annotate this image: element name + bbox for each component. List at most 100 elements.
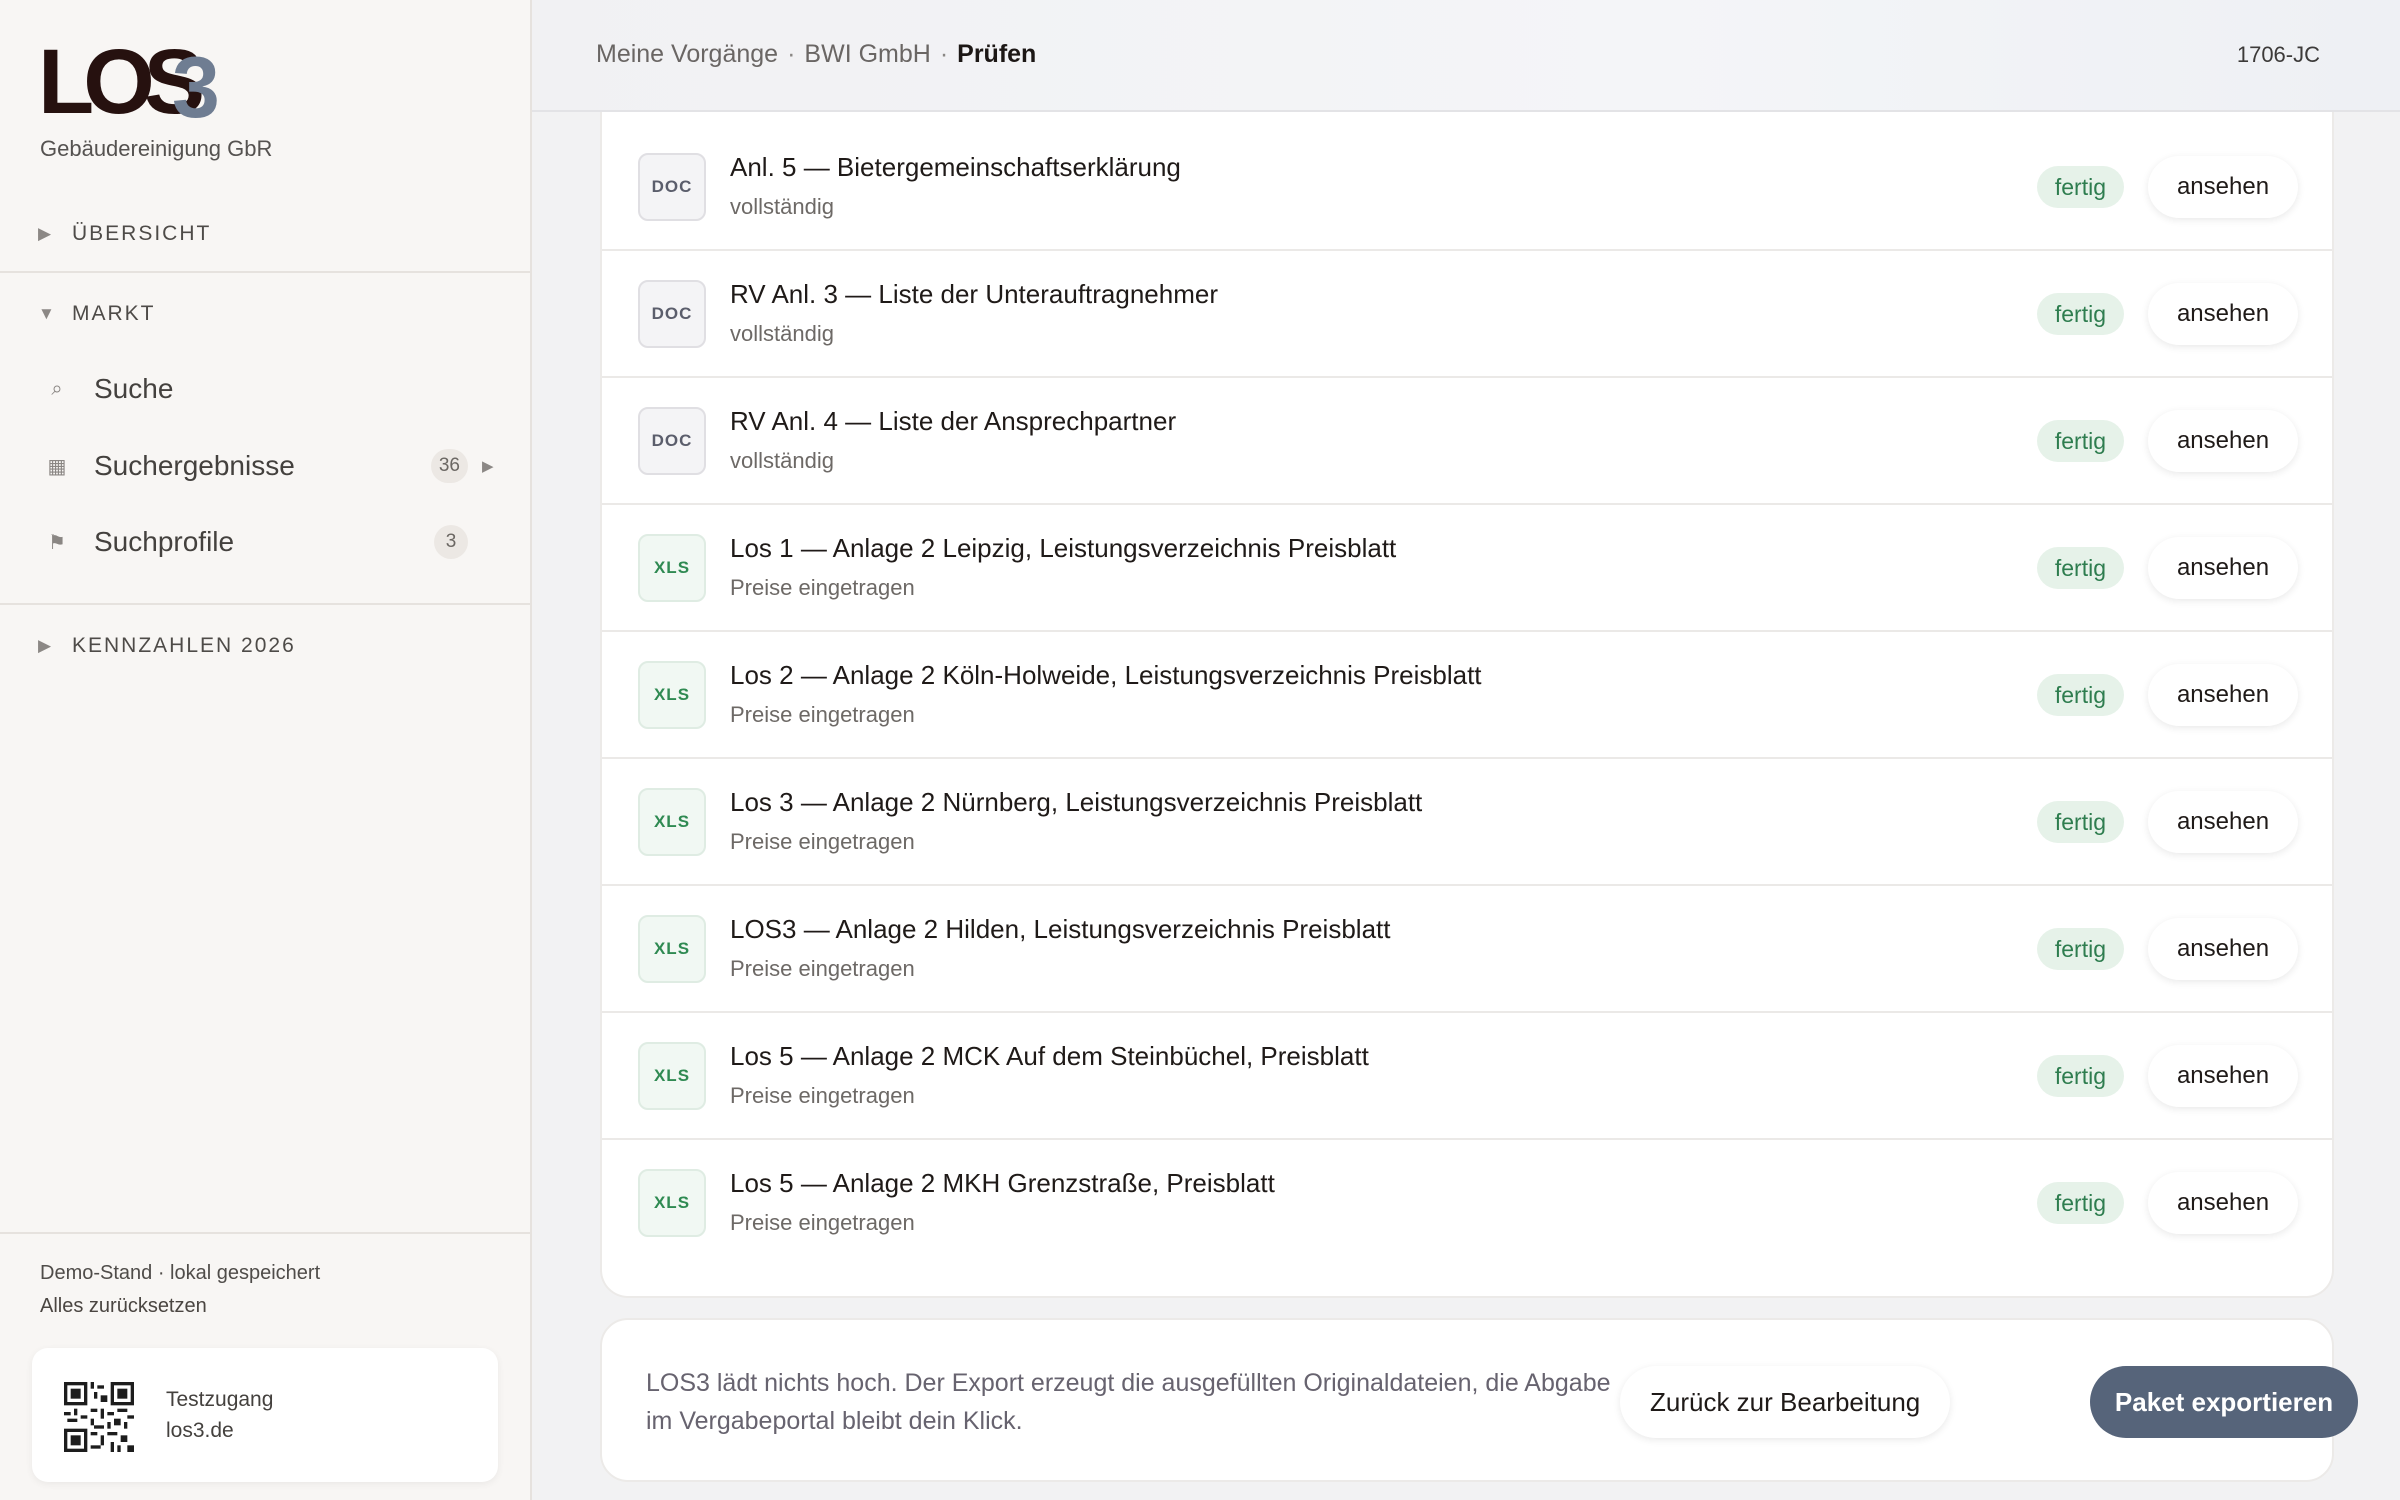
view-button[interactable]: ansehen <box>2148 1172 2298 1234</box>
table-row: DOC RV Anl. 4 — Liste der Ansprechpartne… <box>602 378 2332 505</box>
xls-file-icon: XLS <box>638 661 706 729</box>
document-status-text: Preise eingetragen <box>730 956 915 981</box>
table-row: DOC RV Anl. 3 — Liste der Unterauftragne… <box>602 251 2332 378</box>
doc-file-icon: DOC <box>638 153 706 221</box>
document-status-text: Preise eingetragen <box>730 829 915 854</box>
export-panel: LOS3 lädt nichts hoch. Der Export erzeug… <box>600 1318 2358 1482</box>
document-title: RV Anl. 4 — Liste der Ansprechpartner <box>730 406 1177 436</box>
breadcrumb-item[interactable]: BWI GmbH <box>804 40 930 69</box>
document-title: Los 5 — Anlage 2 MKH Grenzstraße, Preisb… <box>730 1168 1275 1198</box>
document-list: DOC Anl. 5 — Bietergemeinschaftserklärun… <box>600 92 2334 1298</box>
qr-code-icon <box>64 1382 134 1452</box>
doc-file-icon: DOC <box>638 407 706 475</box>
breadcrumb-current: Prüfen <box>957 40 1037 68</box>
sidebar-item-search-profiles[interactable]: ⚑ Suchprofile 3 <box>44 517 494 567</box>
document-title: Los 1 — Anlage 2 Leipzig, Leistungsverze… <box>730 533 1397 563</box>
table-row: XLS Los 3 — Anlage 2 Nürnberg, Leistungs… <box>602 759 2332 886</box>
logo-text: LOS <box>38 31 205 133</box>
view-button[interactable]: ansehen <box>2148 918 2298 980</box>
export-package-button[interactable]: Paket exportieren <box>2090 1366 2358 1438</box>
back-to-editing-button[interactable]: Zurück zur Bearbeitung <box>1620 1366 1951 1438</box>
view-button[interactable]: ansehen <box>2148 156 2298 218</box>
view-button[interactable]: ansehen <box>2148 537 2298 599</box>
chevron-right-icon: ▶ <box>482 458 494 475</box>
section-overview[interactable]: ▶ ÜBERSICHT <box>38 222 211 246</box>
sidebar-item-label: Suchergebnisse <box>94 450 295 481</box>
table-row: XLS LOS3 — Anlage 2 Hilden, Leistungsver… <box>602 886 2332 1013</box>
table-row: DOC Anl. 5 — Bietergemeinschaftserklärun… <box>602 124 2332 251</box>
app-logo[interactable]: LOS 3 <box>38 31 238 133</box>
collapse-triangle-icon: ▼ <box>38 304 57 323</box>
view-button[interactable]: ansehen <box>2148 283 2298 345</box>
xls-file-icon: XLS <box>638 1042 706 1110</box>
status-badge: fertig <box>2036 1182 2124 1224</box>
search-icon: ⌕ <box>51 377 63 400</box>
document-status-text: Preise eingetragen <box>730 1210 915 1235</box>
export-notice: LOS3 lädt nichts hoch. Der Export erzeug… <box>646 1369 1611 1435</box>
document-title: LOS3 — Anlage 2 Hilden, Leistungsverzeic… <box>730 914 1391 944</box>
sidebar: LOS 3 Gebäudereinigung GbR ▶ ÜBERSICHT ▼… <box>0 0 532 1500</box>
user-code[interactable]: 1706-JC <box>2237 42 2320 68</box>
document-title: RV Anl. 3 — Liste der Unterauftragnehmer <box>730 279 1218 309</box>
status-badge: fertig <box>2036 928 2124 970</box>
breadcrumb: Meine Vorgänge · BWI GmbH · Prüfen <box>596 40 1036 69</box>
expand-triangle-icon: ▶ <box>38 224 54 243</box>
table-row: XLS Los 2 — Anlage 2 Köln-Holweide, Leis… <box>602 632 2332 759</box>
section-market-label: MARKT <box>72 302 156 325</box>
view-button[interactable]: ansehen <box>2148 1045 2298 1107</box>
test-access-card[interactable]: Testzugang los3.de <box>32 1348 498 1482</box>
top-bar: Meine Vorgänge · BWI GmbH · Prüfen 1706-… <box>532 0 2400 112</box>
breadcrumb-item[interactable]: Meine Vorgänge <box>596 40 778 69</box>
status-badge: fertig <box>2036 293 2124 335</box>
divider <box>0 271 530 273</box>
status-badge: fertig <box>2036 801 2124 843</box>
document-status-text: vollständig <box>730 321 834 346</box>
count-badge: 36 <box>430 449 468 483</box>
test-access-url: los3.de <box>166 1419 234 1442</box>
xls-file-icon: XLS <box>638 1169 706 1237</box>
table-row: XLS Los 5 — Anlage 2 MCK Auf dem Steinbü… <box>602 1013 2332 1140</box>
status-badge: fertig <box>2036 166 2124 208</box>
document-status-text: Preise eingetragen <box>730 702 915 727</box>
document-status-text: vollständig <box>730 448 834 473</box>
status-badge: fertig <box>2036 547 2124 589</box>
status-badge: fertig <box>2036 420 2124 462</box>
table-row: XLS Los 1 — Anlage 2 Leipzig, Leistungsv… <box>602 505 2332 632</box>
count-badge: 3 <box>434 525 468 559</box>
view-button[interactable]: ansehen <box>2148 664 2298 726</box>
document-title: Los 3 — Anlage 2 Nürnberg, Leistungsverz… <box>730 787 1423 817</box>
status-badge: fertig <box>2036 1055 2124 1097</box>
breadcrumb-separator: · <box>939 40 949 68</box>
section-kpis[interactable]: ▶ KENNZAHLEN 2026 <box>38 634 296 658</box>
divider <box>0 603 530 605</box>
table-row: XLS Los 5 — Anlage 2 MKH Grenzstraße, Pr… <box>602 1140 2332 1267</box>
sidebar-item-search-results[interactable]: ▦ Suchergebnisse 36 ▶ <box>44 441 494 491</box>
view-button[interactable]: ansehen <box>2148 410 2298 472</box>
section-overview-label: ÜBERSICHT <box>72 222 212 245</box>
demo-status: Demo-Stand · lokal gespeichert <box>40 1262 321 1284</box>
logo-number: 3 <box>172 40 220 136</box>
document-status-text: Preise eingetragen <box>730 1083 915 1108</box>
sidebar-item-label: Suche <box>94 373 174 404</box>
doc-file-icon: DOC <box>638 280 706 348</box>
view-button[interactable]: ansehen <box>2148 791 2298 853</box>
reset-all-link[interactable]: Alles zurücksetzen <box>40 1295 207 1318</box>
breadcrumb-separator: · <box>787 40 796 68</box>
status-badge: fertig <box>2036 674 2124 716</box>
xls-file-icon: XLS <box>638 788 706 856</box>
test-access-title: Testzugang <box>166 1388 274 1411</box>
xls-file-icon: XLS <box>638 534 706 602</box>
document-status-text: Preise eingetragen <box>730 575 915 600</box>
document-title: Los 5 — Anlage 2 MCK Auf dem Steinbüchel… <box>730 1041 1369 1071</box>
xls-file-icon: XLS <box>638 915 706 983</box>
company-name: Gebäudereinigung GbR <box>40 136 273 161</box>
section-market[interactable]: ▼ MARKT <box>38 302 156 326</box>
grid-icon: ▦ <box>47 455 67 478</box>
document-title: Los 2 — Anlage 2 Köln-Holweide, Leistung… <box>730 660 1482 690</box>
sidebar-item-label: Suchprofile <box>94 526 235 557</box>
main-content: DOC Anl. 5 — Bietergemeinschaftserklärun… <box>532 92 2400 1500</box>
document-title: Anl. 5 — Bietergemeinschaftserklärung <box>730 152 1181 182</box>
sidebar-item-search[interactable]: ⌕ Suche <box>44 364 494 414</box>
sidebar-footer-divider <box>0 1232 530 1234</box>
flag-icon: ⚑ <box>48 531 66 554</box>
